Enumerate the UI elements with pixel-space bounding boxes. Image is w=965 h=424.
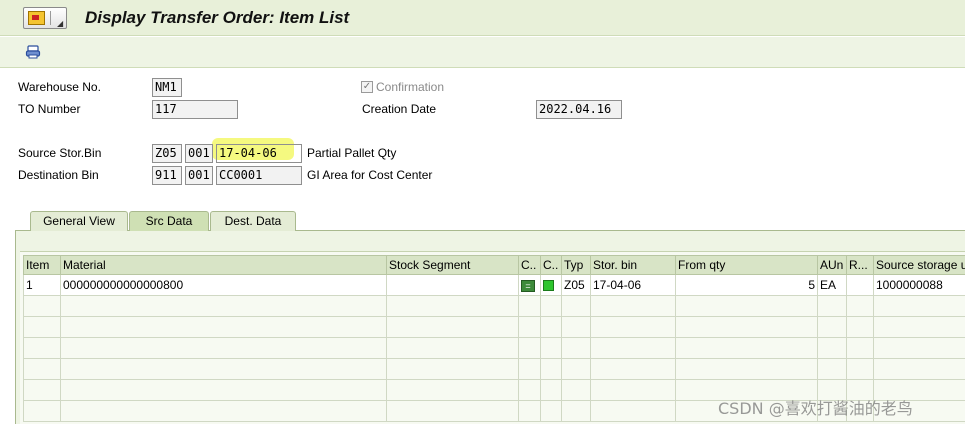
- source-storage-cell[interactable]: 1000000088: [873, 274, 965, 296]
- table-row: [23, 337, 965, 359]
- creation-date-field[interactable]: 2022.04.16: [536, 100, 622, 119]
- table-row: [23, 358, 965, 380]
- tab-dest-data[interactable]: Dest. Data: [210, 211, 296, 231]
- typ-cell[interactable]: Z05: [561, 274, 591, 296]
- dest-bin-description: GI Area for Cost Center: [307, 168, 433, 182]
- column-header[interactable]: AUn: [817, 255, 847, 275]
- page-title: Display Transfer Order: Item List: [85, 8, 350, 27]
- r-cell[interactable]: [846, 274, 874, 296]
- from-qty-cell[interactable]: 5: [675, 274, 818, 296]
- source-section-field[interactable]: 001: [185, 144, 213, 163]
- source-bin-label: Source Stor.Bin: [18, 146, 102, 160]
- stock-segment-cell[interactable]: [386, 274, 519, 296]
- table-header-row: Item Material Stock Segment C.. C.. Typ …: [23, 255, 965, 275]
- tab-general-view[interactable]: General View: [30, 211, 128, 231]
- status-cell[interactable]: =: [518, 274, 541, 296]
- source-bin-field[interactable]: 17-04-06: [216, 144, 302, 163]
- system-menu-button[interactable]: ◢: [23, 7, 67, 29]
- column-header[interactable]: Material: [60, 255, 387, 275]
- column-header[interactable]: From qty: [675, 255, 818, 275]
- confirmation-checkbox[interactable]: ✓: [361, 81, 373, 93]
- item-cell[interactable]: 1: [23, 274, 61, 296]
- dest-bin-field[interactable]: CC0001: [216, 166, 302, 185]
- tab-src-data[interactable]: Src Data: [129, 211, 209, 231]
- equals-status-icon: =: [521, 279, 535, 292]
- stor-bin-cell[interactable]: 17-04-06: [590, 274, 676, 296]
- column-header[interactable]: C..: [518, 255, 541, 275]
- dropdown-arrow-icon: ◢: [57, 19, 64, 28]
- table-row: [23, 316, 965, 338]
- to-number-label: TO Number: [18, 102, 81, 116]
- watermark: CSDN @喜欢打酱油的老鸟: [718, 399, 913, 418]
- confirmation-label: Confirmation: [376, 80, 445, 94]
- column-header[interactable]: Typ: [561, 255, 591, 275]
- source-type-field[interactable]: Z05: [152, 144, 182, 163]
- material-cell[interactable]: 000000000000000800: [60, 274, 387, 296]
- column-header[interactable]: R...: [846, 255, 874, 275]
- column-header[interactable]: Stock Segment: [386, 255, 519, 275]
- title-bar: ◢ Display Transfer Order: Item List: [0, 0, 965, 36]
- menu-icon: [28, 11, 45, 25]
- column-header[interactable]: C..: [540, 255, 562, 275]
- column-header[interactable]: Source storage u: [873, 255, 965, 275]
- warehouse-label: Warehouse No.: [18, 80, 101, 94]
- dest-type-field[interactable]: 911: [152, 166, 182, 185]
- table-row[interactable]: 1 000000000000000800 = Z05 17-04-06 5 EA…: [23, 274, 965, 296]
- source-bin-description: Partial Pallet Qty: [307, 146, 397, 160]
- status-cell[interactable]: [540, 274, 562, 296]
- dest-section-field[interactable]: 001: [185, 166, 213, 185]
- warehouse-field[interactable]: NM1: [152, 78, 182, 97]
- table-row: [23, 295, 965, 317]
- column-header[interactable]: Stor. bin: [590, 255, 676, 275]
- aun-cell[interactable]: EA: [817, 274, 847, 296]
- application-toolbar: [0, 37, 965, 68]
- dest-bin-label: Destination Bin: [18, 168, 99, 182]
- column-header[interactable]: Item: [23, 255, 61, 275]
- print-icon[interactable]: [25, 44, 41, 60]
- to-number-field[interactable]: 117: [152, 100, 238, 119]
- green-status-icon: [543, 280, 554, 292]
- creation-date-label: Creation Date: [362, 102, 437, 116]
